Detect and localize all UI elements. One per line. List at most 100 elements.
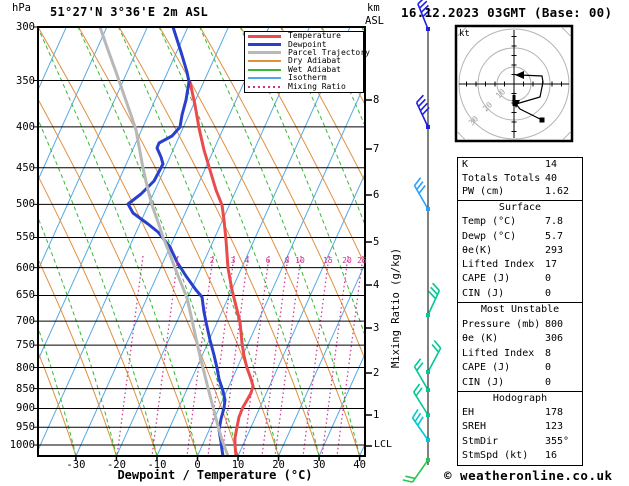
temp-tick-label: 0: [194, 459, 201, 471]
mixing-ratio-line: [242, 255, 270, 456]
row-value: 355°: [545, 435, 570, 447]
wind-barb-dot: [426, 27, 430, 31]
table-row: CIN (J) 0: [458, 376, 582, 391]
row-value: 5.7: [545, 230, 564, 242]
row-value: 0: [545, 362, 552, 373]
row-value: 306: [545, 333, 564, 344]
asl-unit-label: ASL: [365, 15, 384, 27]
wind-barb-tick: [402, 479, 413, 483]
wind-barb-dot: [426, 125, 430, 129]
table-row: K 14: [458, 158, 582, 172]
row-label: PW (cm): [462, 186, 505, 198]
pressure-tick-label: 700: [16, 315, 35, 328]
row-label: EH: [462, 407, 475, 419]
table-header: Most Unstable: [480, 304, 560, 315]
wind-barb-tick: [415, 387, 423, 397]
wind-barb-tick: [405, 475, 416, 480]
legend-item: Mixing Ratio: [245, 82, 363, 90]
row-value: 123: [545, 421, 564, 433]
km-tick-label: 5: [373, 236, 380, 248]
mixing-ratio-label: 6: [265, 256, 271, 265]
pressure-tick-label: 850: [16, 382, 35, 395]
row-value: 14: [545, 159, 558, 170]
mixing-ratio-line: [261, 255, 289, 456]
pressure-tick-label: 300: [16, 21, 35, 33]
row-value: 800: [545, 318, 564, 330]
dry-adiabat-line: [605, 27, 629, 456]
wet-adiabat-line: [77, 27, 239, 456]
pressure-tick-label: 550: [16, 231, 35, 244]
legend-swatch-wet-adiabat: [248, 68, 281, 71]
row-value: 0: [545, 273, 552, 285]
temp-tick-label: 40: [353, 459, 366, 471]
temp-tick-label: -10: [147, 459, 167, 471]
mixing-ratio-line: [151, 255, 179, 456]
table-row: EH 178: [458, 406, 582, 420]
pressure-tick-label: 950: [16, 421, 35, 434]
legend-label: Isotherm: [288, 73, 327, 83]
legend: Temperature Dewpoint Parcel Trajectory Dry …: [244, 31, 370, 93]
pressure-tick-label: 400: [16, 120, 35, 133]
row-label: Dewp (°C): [462, 230, 517, 242]
table-row: CAPE (J) 0: [458, 272, 582, 286]
row-label: CAPE (J): [462, 362, 511, 373]
datetime-title: 16.12.2023 03GMT (Base: 00): [401, 5, 613, 20]
pressure-unit-label: hPa: [12, 2, 31, 14]
legend-swatch-temperature: [248, 34, 281, 38]
km-tick-label: 6: [373, 189, 380, 201]
legend-swatch-dewpoint: [248, 43, 281, 47]
wind-barb-tick: [413, 383, 421, 393]
row-label: θe (K): [462, 333, 499, 344]
mixing-axis-label: Mixing Ratio (g/kg): [390, 248, 402, 368]
row-label: Lifted Index: [462, 259, 535, 271]
temp-tick-label: 30: [312, 459, 326, 471]
row-value: 1.62: [545, 186, 570, 198]
mixing-ratio-label: 2: [209, 256, 215, 265]
table-row: PW (cm) 1.62: [458, 185, 582, 199]
table-row: Temp (°C) 7.8: [458, 215, 582, 229]
parcel_trajectory-trace: [98, 27, 230, 456]
legend-swatch-isotherm: [248, 77, 281, 80]
wind-barb-dot: [426, 388, 430, 392]
row-label: StmSpd (kt): [462, 449, 529, 461]
hodograph-start-marker: [539, 117, 545, 123]
wind-barb-tick: [411, 409, 419, 419]
row-label: Pressure (mb): [462, 318, 541, 330]
pressure-tick-label: 450: [16, 161, 35, 174]
wind-barb-dot: [426, 313, 430, 317]
temp-tick-label: -30: [66, 459, 86, 471]
km-tick-label: 3: [373, 322, 380, 334]
station-title: 51°27'N 3°36'E 2m ASL: [50, 5, 209, 19]
table-row: SREH 123: [458, 420, 582, 434]
table-indices: K 14 Totals Totals 40 PW (cm) 1.62: [457, 157, 583, 202]
pressure-tick-label: 650: [16, 289, 35, 302]
temp-tick-label: 20: [272, 459, 285, 471]
table-row: StmSpd (kt) 16: [458, 449, 582, 463]
row-label: Temp (°C): [462, 216, 517, 228]
mixing-ratio-label: 4: [244, 256, 250, 265]
table-row: Pressure (mb) 800: [458, 318, 582, 333]
mixing-ratio-label: 20: [342, 256, 352, 265]
table-row: θe(K) 293: [458, 244, 582, 258]
row-label: CIN (J): [462, 287, 505, 299]
km-tick-label: 7: [373, 143, 380, 155]
table-row: StmDir 355°: [458, 435, 582, 449]
km-tick-label: 4: [373, 279, 380, 291]
hodograph-unit-label: kt: [459, 29, 470, 39]
sounding-app: Mixing Ratio (g/kg) 10 20 30 hPa 51°27'N 3°…: [0, 0, 629, 486]
table-row: CAPE (J) 0: [458, 361, 582, 376]
table-row: Lifted Index 8: [458, 347, 582, 362]
row-value: 8: [545, 347, 552, 359]
mixing-ratio-line: [321, 255, 349, 456]
wet-adiabat-line: [38, 27, 198, 456]
legend-label: Mixing Ratio: [288, 81, 346, 91]
row-value: 178: [545, 407, 564, 419]
trace-layer: [98, 27, 255, 456]
temp-tick-label: 10: [231, 459, 245, 471]
km-unit-label: km: [367, 2, 380, 14]
pressure-tick-label: 500: [16, 198, 35, 211]
wind-barb-dot: [426, 370, 430, 374]
row-value: 40: [545, 172, 558, 184]
row-value: 16: [545, 449, 558, 461]
pressure-tick-label: 750: [16, 339, 35, 352]
